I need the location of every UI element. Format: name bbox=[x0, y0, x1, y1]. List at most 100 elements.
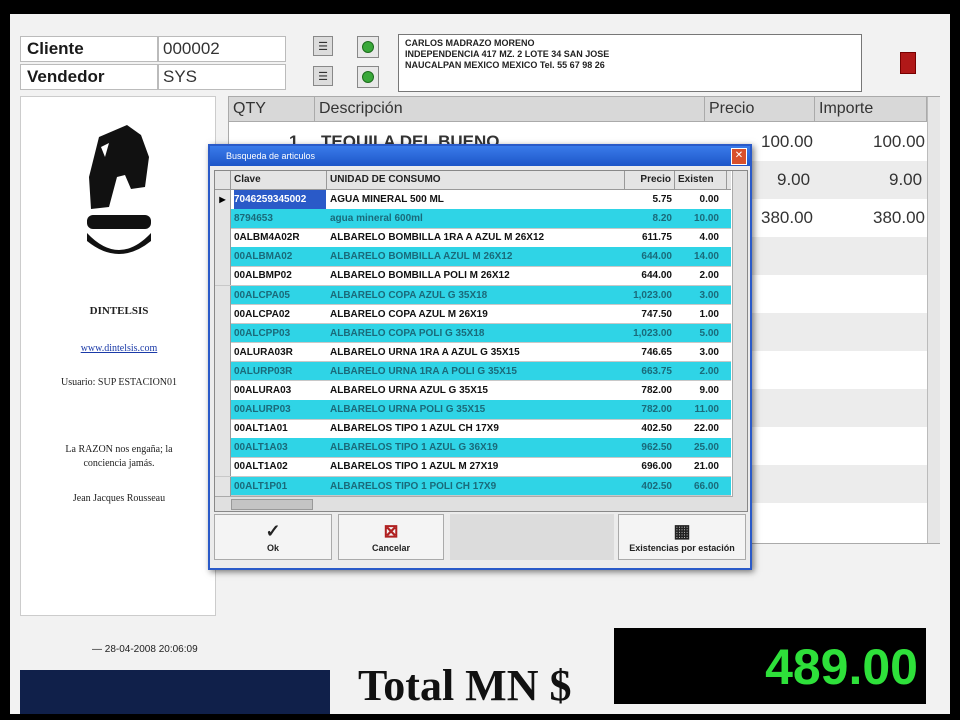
ok-label: Ok bbox=[266, 543, 279, 553]
cliente-search-icon[interactable]: ☰ bbox=[313, 36, 333, 56]
cliente-input[interactable]: 000002 bbox=[158, 36, 286, 62]
article-existencia: 11.00 bbox=[694, 404, 719, 416]
left-info-panel: DINTELSIS www.dintelsis.com Usuario: SUP… bbox=[20, 96, 216, 616]
article-row[interactable]: 8794653 agua mineral 600ml 8.20 10.00 bbox=[215, 209, 731, 229]
article-clave: 7046259345002 bbox=[234, 190, 326, 209]
address-line: CARLOS MADRAZO MORENO bbox=[405, 38, 535, 48]
row-selector[interactable] bbox=[215, 285, 231, 305]
col-precio[interactable]: Precio bbox=[625, 171, 675, 189]
vendedor-search-icon[interactable]: ☰ bbox=[313, 66, 333, 86]
articles-horizontal-scrollbar[interactable] bbox=[215, 496, 733, 511]
article-description: ALBARELOS TIPO 1 POLI CH 17X9 bbox=[330, 480, 497, 492]
article-clave: 00ALBMA02 bbox=[234, 251, 293, 263]
article-row[interactable]: 00ALBMP02 ALBARELO BOMBILLA POLI M 26X12 6… bbox=[215, 266, 731, 286]
col-clave[interactable]: Clave bbox=[231, 171, 327, 189]
row-selector[interactable] bbox=[215, 323, 231, 343]
row-selector[interactable] bbox=[215, 400, 231, 420]
scroll-thumb[interactable] bbox=[231, 499, 313, 510]
pos-screen: Cliente 000002 Vendedor SYS ☰ ☰ CARLOS M… bbox=[10, 14, 950, 714]
article-precio: 402.50 bbox=[641, 423, 672, 435]
col-existencia[interactable]: Existen bbox=[675, 171, 727, 189]
article-precio: 1,023.00 bbox=[633, 327, 672, 339]
article-clave: 00ALCPP03 bbox=[234, 327, 291, 339]
items-grid-scrollbar[interactable] bbox=[927, 97, 940, 543]
article-description: AGUA MINERAL 500 ML bbox=[330, 194, 444, 205]
article-clave: 00ALT1P01 bbox=[234, 480, 288, 492]
article-description: ALBARELOS TIPO 1 AZUL G 36X19 bbox=[330, 442, 498, 454]
row-selector[interactable] bbox=[215, 476, 231, 496]
cancel-icon: ⊠ bbox=[383, 521, 399, 541]
row-selector[interactable] bbox=[215, 304, 231, 324]
article-existencia: 22.00 bbox=[693, 423, 719, 435]
dialog-titlebar[interactable]: Busqueda de articulos ✕ bbox=[210, 146, 750, 166]
article-existencia: 3.00 bbox=[699, 289, 719, 301]
row-selector[interactable] bbox=[215, 342, 231, 362]
website-link[interactable]: www.dintelsis.com bbox=[21, 343, 217, 354]
row-selector[interactable] bbox=[215, 361, 231, 381]
row-selector[interactable] bbox=[215, 266, 231, 286]
row-selector[interactable] bbox=[215, 457, 231, 477]
row-selector[interactable] bbox=[215, 419, 231, 439]
vendedor-input[interactable]: SYS bbox=[158, 64, 286, 90]
quote-author: Jean Jacques Rousseau bbox=[72, 493, 166, 504]
col-importe[interactable]: Importe bbox=[815, 97, 927, 121]
article-clave: 00ALURP03 bbox=[234, 404, 291, 416]
article-row[interactable]: 00ALURP03 ALBARELO URNA POLI G 35X15 782.0… bbox=[215, 400, 731, 420]
col-descripcion[interactable]: Descripción bbox=[315, 97, 705, 121]
article-description: ALBARELO BOMBILLA AZUL M 26X12 bbox=[330, 251, 513, 263]
article-precio: 1,023.00 bbox=[633, 289, 672, 301]
row-selector[interactable] bbox=[215, 228, 231, 248]
company-name: DINTELSIS bbox=[89, 305, 149, 317]
article-row[interactable]: 00ALCPP03 ALBARELO COPA POLI G 35X18 1,023… bbox=[215, 323, 731, 344]
row-selector[interactable] bbox=[215, 381, 231, 400]
article-row[interactable]: 00ALT1A03 ALBARELOS TIPO 1 AZUL G 36X19 96… bbox=[215, 438, 731, 458]
address-line: INDEPENDENCIA 417 MZ. 2 LOTE 34 SAN JOSE bbox=[405, 49, 610, 59]
article-row[interactable]: 00ALCPA02 ALBARELO COPA AZUL M 26X19 747.5… bbox=[215, 304, 731, 325]
cancel-button[interactable]: ⊠ Cancelar bbox=[338, 514, 444, 560]
current-row-arrow-icon[interactable]: ▶ bbox=[215, 190, 231, 209]
article-row[interactable]: 00ALURA03 ALBARELO URNA AZUL G 35X15 782.0… bbox=[215, 381, 731, 401]
article-row[interactable]: 0ALBM4A02R ALBARELO BOMBILLA 1RA A AZUL M… bbox=[215, 228, 731, 248]
article-clave: 8794653 bbox=[234, 213, 273, 225]
col-precio[interactable]: Precio bbox=[705, 97, 815, 121]
article-row[interactable]: 00ALT1A01 ALBARELOS TIPO 1 AZUL CH 17X9 40… bbox=[215, 419, 731, 439]
exit-icon[interactable] bbox=[900, 52, 916, 74]
row-selector[interactable] bbox=[215, 438, 231, 458]
article-row[interactable]: ▶ 7046259345002 AGUA MINERAL 500 ML 5.75 0.0… bbox=[215, 190, 731, 210]
article-existencia: 14.00 bbox=[693, 251, 719, 263]
row-selector-header bbox=[215, 171, 231, 189]
articles-vertical-scrollbar[interactable] bbox=[732, 171, 747, 511]
close-icon[interactable]: ✕ bbox=[731, 148, 747, 165]
article-description: ALBARELO URNA 1RA A AZUL G 35X15 bbox=[330, 346, 520, 358]
article-search-dialog: Busqueda de articulos ✕ Clave UNIDAD DE … bbox=[208, 144, 752, 570]
article-precio: 611.75 bbox=[641, 232, 672, 244]
article-row[interactable]: 00ALT1A02 ALBARELOS TIPO 1 AZUL M 27X19 69… bbox=[215, 457, 731, 477]
col-qty[interactable]: QTY bbox=[229, 97, 315, 121]
row-importe: 380.00 bbox=[873, 208, 925, 227]
stock-icon: ▦ bbox=[673, 521, 691, 541]
article-row[interactable]: 00ALT1P01 ALBARELOS TIPO 1 POLI CH 17X9 40… bbox=[215, 476, 731, 496]
article-row[interactable]: 0ALURA03R ALBARELO URNA 1RA A AZUL G 35X1… bbox=[215, 342, 731, 363]
vendedor-go-button[interactable] bbox=[357, 66, 379, 88]
row-selector[interactable] bbox=[215, 209, 231, 229]
total-display: 489.00 bbox=[614, 628, 926, 704]
cancel-label: Cancelar bbox=[371, 543, 411, 553]
articles-grid-body: ▶ 7046259345002 AGUA MINERAL 500 ML 5.75 0.0… bbox=[215, 190, 731, 496]
existencias-button[interactable]: ▦ Existencias por estación bbox=[618, 514, 746, 560]
article-clave: 00ALT1A02 bbox=[234, 461, 288, 473]
cliente-go-button[interactable] bbox=[357, 36, 379, 58]
article-precio: 782.00 bbox=[641, 404, 672, 416]
article-row[interactable]: 00ALBMA02 ALBARELO BOMBILLA AZUL M 26X12 6… bbox=[215, 247, 731, 267]
row-selector[interactable] bbox=[215, 247, 231, 267]
article-row[interactable]: 0ALURP03R ALBARELO URNA 1RA A POLI G 35X1… bbox=[215, 361, 731, 382]
article-clave: 00ALCPA02 bbox=[234, 308, 290, 320]
dialog-button-bar: ✓ Ok ⊠ Cancelar ▦ Existencias por estaci… bbox=[214, 514, 746, 564]
button-bar-spacer bbox=[450, 514, 614, 560]
col-unidad[interactable]: UNIDAD DE CONSUMO bbox=[327, 171, 625, 189]
article-clave: 00ALURA03 bbox=[234, 385, 292, 396]
article-row[interactable]: 00ALCPA05 ALBARELO COPA AZUL G 35X18 1,023… bbox=[215, 285, 731, 305]
article-precio: 696.00 bbox=[641, 461, 672, 473]
go-icon bbox=[362, 71, 374, 83]
article-existencia: 25.00 bbox=[693, 442, 719, 454]
ok-button[interactable]: ✓ Ok bbox=[214, 514, 332, 560]
